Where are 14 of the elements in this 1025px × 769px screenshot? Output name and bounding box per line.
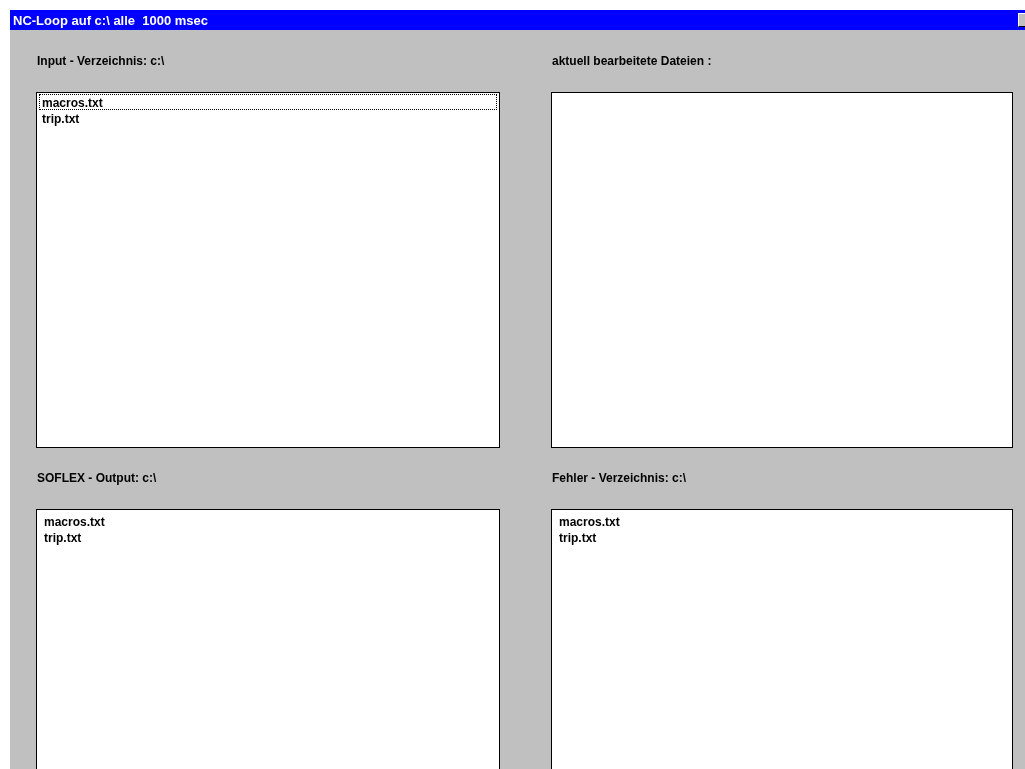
list-item[interactable]: macros.txt (556, 513, 1008, 529)
list-label: Fehler - Verzeichnis: c:\ (552, 471, 688, 486)
file-list[interactable]: macros.txt trip.txt (36, 509, 500, 769)
list-label: SOFLEX - Output: c:\ (37, 471, 158, 486)
list-item[interactable]: macros.txt (39, 94, 497, 110)
list-label: aktuell bearbeitete Dateien : (552, 54, 713, 69)
window-title: NC-Loop auf c:\ alle 1000 msec (12, 12, 209, 28)
list-item[interactable]: trip.txt (41, 529, 495, 545)
list-item[interactable]: trip.txt (556, 529, 1008, 545)
file-list[interactable]: macros.txt trip.txt (36, 92, 500, 448)
list-label: Input - Verzeichnis: c:\ (37, 54, 166, 69)
list-item[interactable]: macros.txt (41, 513, 495, 529)
file-list[interactable]: macros.txt trip.txt (551, 509, 1013, 769)
list-item[interactable]: trip.txt (39, 110, 497, 126)
